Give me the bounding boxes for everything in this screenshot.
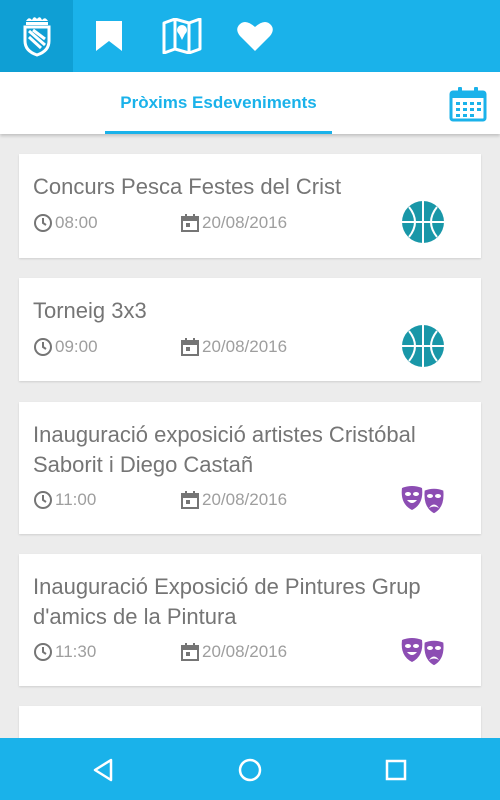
recents-button[interactable] [376,750,416,790]
event-date-text: 20/08/2016 [202,490,288,509]
event-date-text: 20/08/2016 [202,337,288,356]
event-date-text: 20/08/2016 [202,642,288,661]
event-title: Inauguració exposició artistes Cristóbal… [33,422,416,477]
tab-upcoming-events[interactable]: Pròxims Esdeveniments [105,72,332,134]
theater-masks-icon [401,638,446,667]
event-card[interactable]: Concurs Pesca Festes del Crist 08:00 20/… [19,154,481,258]
recents-icon [385,759,407,781]
bookmark-icon [96,21,122,51]
date-icon [181,214,199,232]
date-icon [181,338,199,356]
theater-masks-icon [401,486,446,515]
event-title: Inauguració Exposició de Pintures Grup d… [33,574,421,629]
top-app-bar [0,0,500,72]
basketball-icon [402,201,444,243]
event-time: 08:00 [33,213,98,233]
heart-icon [237,21,273,51]
clock-icon [34,214,52,232]
favorites-button[interactable] [233,0,277,72]
tab-bar: Pròxims Esdeveniments [0,72,500,134]
event-category [400,629,446,675]
event-time-text: 11:00 [55,490,97,509]
event-time-text: 08:00 [55,213,98,232]
event-list[interactable]: Concurs Pesca Festes del Crist 08:00 20/… [0,134,500,738]
event-time-text: 11:30 [55,642,97,661]
basketball-icon [402,325,444,367]
event-category [400,323,446,369]
event-card[interactable]: Inauguració Exposició de Pintures Grup d… [19,554,481,686]
event-time: 11:30 [33,642,96,662]
back-icon [93,758,113,782]
clock-icon [34,643,52,661]
event-title: Concurs Pesca Festes del Crist [33,174,342,199]
system-nav-bar [0,738,500,800]
home-crest-button[interactable] [0,0,73,72]
tab-upcoming-events-label: Pròxims Esdeveniments [120,93,317,112]
calendar-button[interactable] [447,84,489,124]
event-time: 11:00 [33,490,96,510]
event-card-partial[interactable] [19,706,481,738]
town-crest-icon [23,17,50,57]
event-time: 09:00 [33,337,98,357]
date-icon [181,491,199,509]
event-date: 20/08/2016 [180,337,287,357]
bookmarks-button[interactable] [85,0,133,72]
event-card[interactable]: Inauguració exposició artistes Cristóbal… [19,402,481,534]
back-button[interactable] [84,750,124,790]
event-date: 20/08/2016 [180,490,287,510]
event-category [400,477,446,523]
event-date: 20/08/2016 [180,213,287,233]
map-button[interactable] [157,0,207,72]
home-icon [238,758,262,782]
event-time-text: 09:00 [55,337,98,356]
event-title: Torneig 3x3 [33,298,147,323]
calendar-icon [449,87,487,122]
clock-icon [34,338,52,356]
event-category [400,199,446,245]
map-icon [162,18,202,54]
event-date: 20/08/2016 [180,642,287,662]
home-button[interactable] [230,750,270,790]
date-icon [181,643,199,661]
clock-icon [34,491,52,509]
event-card[interactable]: Torneig 3x3 09:00 20/08/2016 [19,278,481,381]
event-date-text: 20/08/2016 [202,213,288,232]
